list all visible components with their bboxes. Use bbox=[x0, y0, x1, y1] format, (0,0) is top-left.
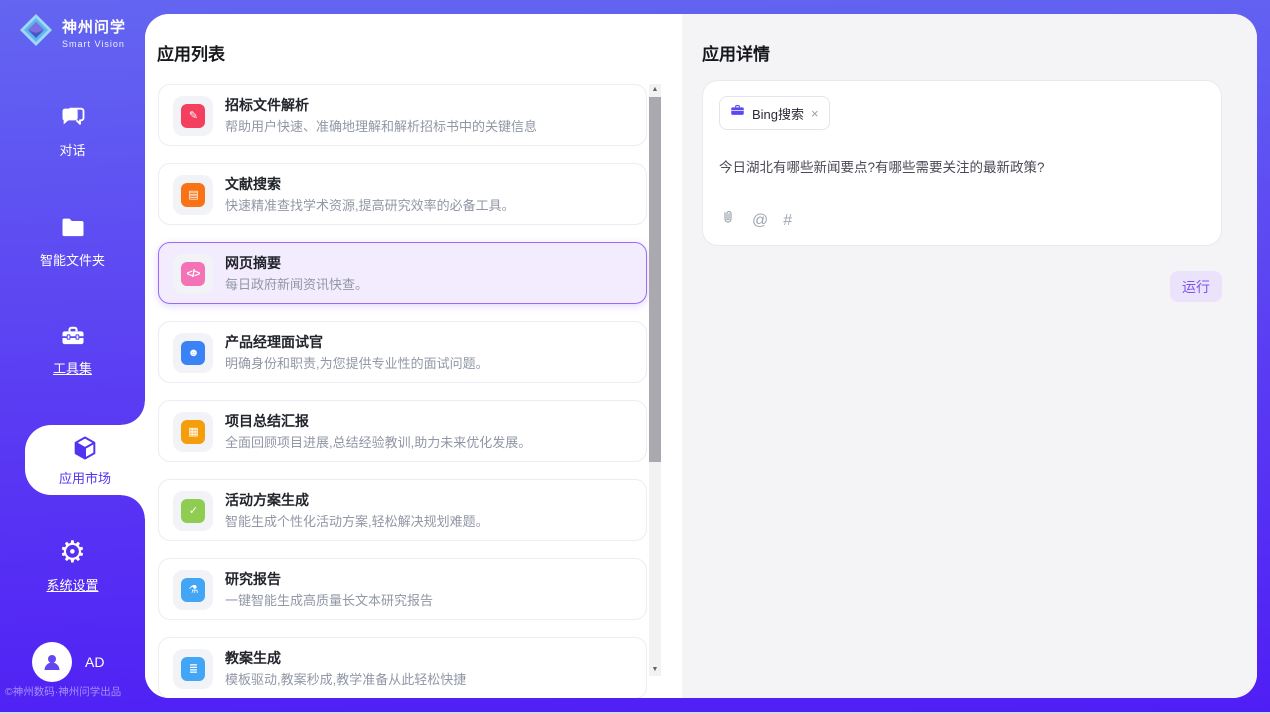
sidebar-item-app-market[interactable]: 应用市场 bbox=[25, 425, 145, 495]
app-card-title: 招标文件解析 bbox=[225, 95, 309, 115]
app-card-pm-interviewer[interactable]: ☻ 产品经理面试官 明确身份和职责,为您提供专业性的面试问题。 bbox=[158, 321, 647, 383]
app-card-title: 研究报告 bbox=[225, 569, 281, 589]
app-card-literature-search[interactable]: ▤ 文献搜索 快速精准查找学术资源,提高研究效率的必备工具。 bbox=[158, 163, 647, 225]
app-card-desc: 智能生成个性化活动方案,轻松解决规划难题。 bbox=[225, 511, 489, 530]
mention-icon[interactable]: @ bbox=[752, 212, 768, 230]
toolbox-icon bbox=[58, 321, 88, 351]
app-card-event-plan[interactable]: ✓ 活动方案生成 智能生成个性化活动方案,轻松解决规划难题。 bbox=[158, 479, 647, 541]
brand-name: 神州问学 bbox=[62, 16, 126, 37]
content-card: 应用列表 ✎ 招标文件解析 帮助用户快速、准确地理解和解析招标书中的关键信息 ▤… bbox=[145, 14, 1257, 698]
webpage-code-icon: </> bbox=[181, 262, 205, 286]
app-card-project-summary[interactable]: ▦ 项目总结汇报 全面回顾项目进展,总结经验教训,助力未来优化发展。 bbox=[158, 400, 647, 462]
run-button[interactable]: 运行 bbox=[1170, 271, 1222, 302]
app-card-desc: 快速精准查找学术资源,提高研究效率的必备工具。 bbox=[225, 195, 515, 214]
app-card-desc: 每日政府新闻资讯快查。 bbox=[225, 274, 368, 293]
app-card-desc: 模板驱动,教案秒成,教学准备从此轻松快捷 bbox=[225, 669, 466, 688]
app-card-title: 文献搜索 bbox=[225, 174, 281, 194]
app-detail-title: 应用详情 bbox=[702, 40, 770, 65]
prompt-text[interactable]: 今日湖北有哪些新闻要点?有哪些需要关注的最新政策? bbox=[719, 156, 1205, 209]
hash-icon[interactable]: # bbox=[783, 212, 792, 230]
scrollbar-thumb[interactable] bbox=[649, 97, 661, 462]
sidebar-item-toolset[interactable]: 工具集 bbox=[0, 321, 145, 377]
app-card-webpage-summary[interactable]: </> 网页摘要 每日政府新闻资讯快查。 bbox=[158, 242, 647, 304]
gear-icon: ⚙ bbox=[58, 538, 88, 568]
chat-icon bbox=[58, 103, 88, 133]
sidebar-item-label: 系统设置 bbox=[46, 575, 98, 594]
tool-tag-bing-search[interactable]: Bing搜索 × bbox=[719, 96, 830, 130]
app-card-desc: 明确身份和职责,为您提供专业性的面试问题。 bbox=[225, 353, 489, 372]
user-account[interactable]: AD bbox=[32, 642, 104, 682]
app-card-title: 项目总结汇报 bbox=[225, 411, 309, 431]
close-icon[interactable]: × bbox=[811, 107, 819, 120]
app-list-panel: 应用列表 ✎ 招标文件解析 帮助用户快速、准确地理解和解析招标书中的关键信息 ▤… bbox=[145, 14, 682, 698]
scroll-down-arrow-icon[interactable]: ▼ bbox=[649, 664, 661, 676]
app-card-desc: 帮助用户快速、准确地理解和解析招标书中的关键信息 bbox=[225, 116, 537, 135]
app-card-title: 产品经理面试官 bbox=[225, 332, 323, 352]
user-initials: AD bbox=[85, 654, 104, 670]
brand-subtitle: Smart Vision bbox=[62, 39, 126, 49]
interviewer-icon: ☻ bbox=[181, 341, 205, 365]
scroll-up-arrow-icon[interactable]: ▲ bbox=[649, 84, 661, 96]
document-edit-icon: ✎ bbox=[181, 104, 205, 128]
book-icon: ▤ bbox=[181, 183, 205, 207]
sidebar-item-label: 工具集 bbox=[53, 358, 92, 377]
scrollbar[interactable]: ▲ ▼ bbox=[649, 84, 661, 676]
app-card-research-report[interactable]: ⚗ 研究报告 一键智能生成高质量长文本研究报告 bbox=[158, 558, 647, 620]
app-list-title: 应用列表 bbox=[157, 40, 225, 65]
brand-logo: 神州问学 Smart Vision bbox=[18, 12, 126, 53]
app-card-desc: 一键智能生成高质量长文本研究报告 bbox=[225, 590, 433, 609]
app-card-title: 教案生成 bbox=[225, 648, 281, 668]
sidebar: 神州问学 Smart Vision 对话 智能文件夹 bbox=[0, 0, 145, 714]
lesson-books-icon: ≣ bbox=[181, 657, 205, 681]
copyright-text: ©神州数码·神州问学出品 bbox=[5, 684, 145, 699]
app-card-title: 网页摘要 bbox=[225, 253, 281, 273]
sidebar-item-label: 应用市场 bbox=[59, 468, 111, 487]
sidebar-item-settings[interactable]: ⚙ 系统设置 bbox=[0, 538, 145, 594]
microscope-icon: ⚗ bbox=[181, 578, 205, 602]
app-card-lesson-plan[interactable]: ≣ 教案生成 模板驱动,教案秒成,教学准备从此轻松快捷 bbox=[158, 637, 647, 698]
cube-icon bbox=[70, 433, 100, 463]
sidebar-item-label: 智能文件夹 bbox=[40, 250, 105, 269]
sidebar-item-smart-folder[interactable]: 智能文件夹 bbox=[0, 213, 145, 269]
app-card-title: 活动方案生成 bbox=[225, 490, 309, 510]
prompt-card: Bing搜索 × 今日湖北有哪些新闻要点?有哪些需要关注的最新政策? @ # bbox=[702, 80, 1222, 246]
app-card-desc: 全面回顾项目进展,总结经验教训,助力未来优化发展。 bbox=[225, 432, 531, 451]
brand-diamond-icon bbox=[18, 12, 54, 53]
avatar[interactable] bbox=[32, 642, 72, 682]
clipboard-check-icon: ✓ bbox=[181, 499, 205, 523]
folder-icon bbox=[58, 213, 88, 243]
composer-toolbar: @ # bbox=[719, 209, 1205, 232]
app-card-bid-parsing[interactable]: ✎ 招标文件解析 帮助用户快速、准确地理解和解析招标书中的关键信息 bbox=[158, 84, 647, 146]
report-note-icon: ▦ bbox=[181, 420, 205, 444]
sidebar-item-label: 对话 bbox=[59, 140, 85, 159]
paperclip-icon[interactable] bbox=[719, 209, 737, 232]
tool-tag-label: Bing搜索 bbox=[752, 104, 804, 123]
sidebar-item-chat[interactable]: 对话 bbox=[0, 103, 145, 159]
app-detail-panel: 应用详情 Bing搜索 × 今日湖北有哪些新闻要点?有哪些需要关注的最新政策? bbox=[682, 14, 1257, 698]
briefcase-icon bbox=[730, 103, 745, 123]
